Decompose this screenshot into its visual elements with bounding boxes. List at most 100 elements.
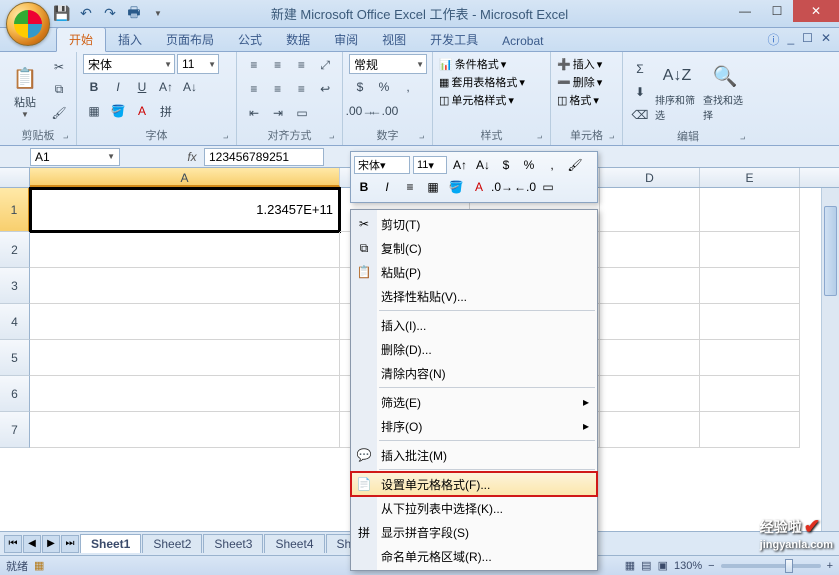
- row-header-5[interactable]: 5: [0, 340, 30, 376]
- cell-D6[interactable]: [600, 376, 700, 412]
- zoom-in-icon[interactable]: +: [827, 560, 833, 572]
- decrease-indent-icon[interactable]: ⇤: [243, 102, 265, 124]
- undo-icon[interactable]: ↶: [76, 4, 96, 24]
- office-button[interactable]: [6, 2, 50, 46]
- cell-E3[interactable]: [700, 268, 800, 304]
- cell-E1[interactable]: [700, 188, 800, 232]
- table-format-button[interactable]: ▦ 套用表格格式 ▾: [439, 74, 544, 90]
- close-button[interactable]: ✕: [793, 0, 839, 22]
- align-center-icon[interactable]: ≡: [267, 78, 289, 100]
- mini-fill-icon[interactable]: 🪣: [446, 177, 466, 197]
- tab-pagelayout[interactable]: 页面布局: [154, 28, 226, 51]
- tab-insert[interactable]: 插入: [106, 28, 154, 51]
- mini-shrink-font-icon[interactable]: A↓: [473, 155, 493, 175]
- zoom-out-icon[interactable]: −: [708, 560, 714, 572]
- underline-button[interactable]: U: [131, 76, 153, 98]
- percent-format-icon[interactable]: %: [373, 76, 395, 98]
- format-painter-icon[interactable]: 🖌: [48, 102, 70, 124]
- row-header-4[interactable]: 4: [0, 304, 30, 340]
- cut-icon[interactable]: ✂: [48, 56, 70, 78]
- find-select-button[interactable]: 🔍 查找和选择: [703, 54, 747, 126]
- align-right-icon[interactable]: ≡: [291, 78, 313, 100]
- print-preview-icon[interactable]: 🖶: [124, 4, 144, 24]
- sheet-nav-prev-icon[interactable]: ◀: [23, 535, 41, 553]
- zoom-label[interactable]: 130%: [674, 560, 702, 572]
- help-icon[interactable]: ⓘ: [767, 31, 779, 48]
- conditional-format-button[interactable]: 📊 条件格式 ▾: [439, 56, 544, 72]
- mini-grow-font-icon[interactable]: A↑: [450, 155, 470, 175]
- qat-customize-icon[interactable]: ▼: [148, 4, 168, 24]
- menu-pick-from-list[interactable]: 从下拉列表中选择(K)...: [351, 496, 597, 520]
- sheet-tab-1[interactable]: Sheet1: [80, 534, 141, 553]
- row-header-6[interactable]: 6: [0, 376, 30, 412]
- col-header-A[interactable]: A: [30, 168, 340, 187]
- formula-input[interactable]: 123456789251: [204, 148, 324, 166]
- align-left-icon[interactable]: ≡: [243, 78, 265, 100]
- cell-A7[interactable]: [30, 412, 340, 448]
- phonetic-guide-icon[interactable]: 拼: [155, 100, 177, 122]
- col-header-D[interactable]: D: [600, 168, 700, 187]
- align-top-icon[interactable]: ≡: [243, 54, 265, 76]
- paste-button[interactable]: 📋 粘贴 ▼: [6, 54, 44, 125]
- minimize-ribbon-icon[interactable]: _: [787, 31, 794, 48]
- cell-E4[interactable]: [700, 304, 800, 340]
- sheet-tab-2[interactable]: Sheet2: [142, 534, 202, 553]
- format-cells-button[interactable]: ◫ 格式 ▾: [557, 92, 616, 108]
- maximize-button[interactable]: ☐: [761, 0, 793, 22]
- menu-cut[interactable]: ✂剪切(T): [351, 212, 597, 236]
- cell-D1[interactable]: [600, 188, 700, 232]
- restore-window-icon[interactable]: ☐: [802, 31, 813, 48]
- mini-merge-icon[interactable]: ▭: [538, 177, 558, 197]
- menu-sort[interactable]: 排序(O)▸: [351, 414, 597, 438]
- autosum-icon[interactable]: Σ: [629, 58, 651, 80]
- close-workbook-icon[interactable]: ✕: [821, 31, 831, 48]
- select-all-corner[interactable]: [0, 168, 30, 187]
- cell-D3[interactable]: [600, 268, 700, 304]
- tab-formulas[interactable]: 公式: [226, 28, 274, 51]
- menu-filter[interactable]: 筛选(E)▸: [351, 390, 597, 414]
- menu-insert[interactable]: 插入(I)...: [351, 313, 597, 337]
- cell-D4[interactable]: [600, 304, 700, 340]
- cell-A6[interactable]: [30, 376, 340, 412]
- cell-A1[interactable]: 1.23457E+11: [30, 188, 340, 232]
- fx-button[interactable]: fx: [180, 150, 204, 164]
- mini-comma-icon[interactable]: ,: [542, 155, 562, 175]
- border-button[interactable]: ▦: [83, 100, 105, 122]
- cell-A5[interactable]: [30, 340, 340, 376]
- vertical-scrollbar[interactable]: [821, 188, 839, 531]
- italic-button[interactable]: I: [107, 76, 129, 98]
- increase-indent-icon[interactable]: ⇥: [267, 102, 289, 124]
- tab-review[interactable]: 审阅: [322, 28, 370, 51]
- mini-accounting-icon[interactable]: $: [496, 155, 516, 175]
- mini-bold-icon[interactable]: B: [354, 177, 374, 197]
- view-normal-icon[interactable]: ▦: [625, 559, 635, 572]
- view-pagebreak-icon[interactable]: ▣: [658, 559, 668, 572]
- zoom-thumb[interactable]: [785, 559, 793, 573]
- row-header-1[interactable]: 1: [0, 188, 30, 232]
- fill-color-button[interactable]: 🪣: [107, 100, 129, 122]
- align-middle-icon[interactable]: ≡: [267, 54, 289, 76]
- fill-icon[interactable]: ⬇: [629, 81, 651, 103]
- tab-home[interactable]: 开始: [56, 27, 106, 52]
- cell-A4[interactable]: [30, 304, 340, 340]
- save-icon[interactable]: 💾: [52, 4, 72, 24]
- cell-D7[interactable]: [600, 412, 700, 448]
- mini-font-color-icon[interactable]: A: [469, 177, 489, 197]
- decrease-decimal-icon[interactable]: ←.00: [373, 100, 395, 122]
- view-layout-icon[interactable]: ▤: [641, 559, 651, 572]
- col-header-E[interactable]: E: [700, 168, 800, 187]
- sheet-tab-3[interactable]: Sheet3: [203, 534, 263, 553]
- cell-E7[interactable]: [700, 412, 800, 448]
- accounting-format-icon[interactable]: $: [349, 76, 371, 98]
- row-header-2[interactable]: 2: [0, 232, 30, 268]
- cell-E5[interactable]: [700, 340, 800, 376]
- copy-icon[interactable]: ⧉: [48, 79, 70, 101]
- menu-insert-comment[interactable]: 💬插入批注(M): [351, 443, 597, 467]
- insert-cells-button[interactable]: ➕ 插入 ▾: [557, 56, 616, 72]
- menu-paste[interactable]: 📋粘贴(P): [351, 260, 597, 284]
- comma-format-icon[interactable]: ,: [397, 76, 419, 98]
- menu-delete[interactable]: 删除(D)...: [351, 337, 597, 361]
- menu-show-phonetic[interactable]: 拼显示拼音字段(S): [351, 520, 597, 544]
- cell-A3[interactable]: [30, 268, 340, 304]
- orientation-icon[interactable]: ⤢: [314, 54, 336, 76]
